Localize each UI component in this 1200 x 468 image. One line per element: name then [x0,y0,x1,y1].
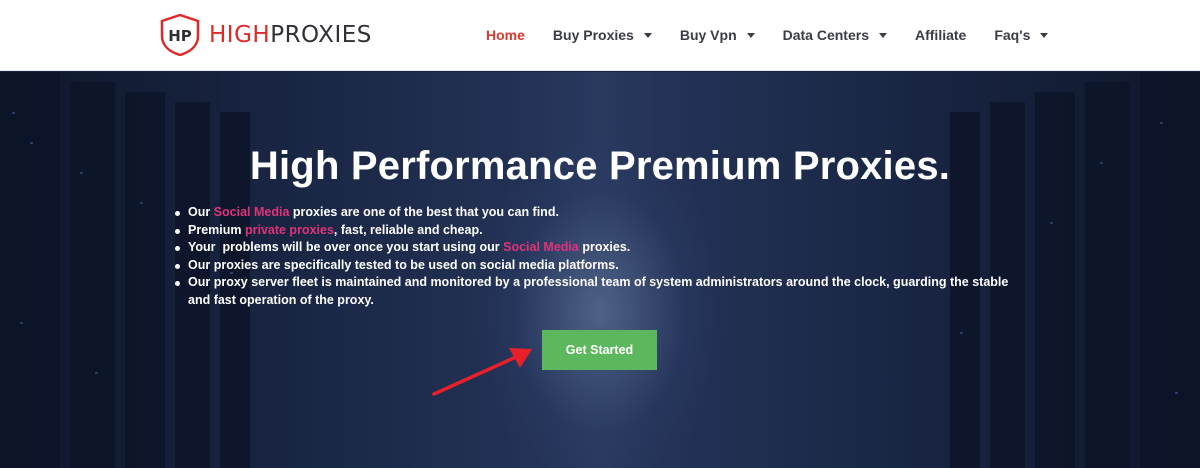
social-media-link[interactable]: Social Media [214,205,290,219]
nav-item-home[interactable]: Home [486,27,525,43]
chevron-down-icon [1040,32,1049,38]
nav-item-label: Home [486,27,525,43]
get-started-button[interactable]: Get Started [542,330,657,370]
logo-mark-text: HP [168,27,192,45]
nav-item-label: Buy Vpn [679,27,737,43]
site-header: HP HIGHPROXIES Home Buy Proxies Buy Vpn … [0,0,1200,71]
social-media-link[interactable]: Social Media [503,240,579,254]
bullet-text: Our proxies are specifically tested to b… [188,257,619,272]
list-item: Your problems will be over once you star… [174,239,1034,257]
bullet-text: proxies. [578,240,631,254]
feature-list: Our Social Media proxies are one of the … [174,204,1034,309]
chevron-down-icon [879,32,887,38]
nav-item-buy-proxies[interactable]: Buy Proxies [553,27,652,43]
nav-item-faqs[interactable]: Faq's [994,27,1049,43]
brand-name-proxies: PROXIES [270,22,372,48]
nav-item-data-centers[interactable]: Data Centers [783,27,887,43]
bullet-text: Premium [188,222,245,237]
chevron-down-icon [746,32,755,38]
bullet-text: , fast, reliable and cheap. [333,222,483,237]
red-arrow-icon [432,348,532,396]
list-item: Our proxies are specifically tested to b… [174,257,1034,275]
hero-section: High Performance Premium Proxies. Our So… [0,72,1200,468]
chevron-down-icon [643,32,652,38]
brand-name-high: HIGH [209,22,271,48]
nav-item-label: Data Centers [782,27,869,43]
nav-item-buy-vpn[interactable]: Buy Vpn [680,27,755,43]
nav-item-affiliate[interactable]: Affiliate [915,27,966,43]
list-item: Premium private proxies, fast, reliable … [174,222,1034,240]
bullet-text: Your problems will be over once you star… [188,240,504,254]
hero-title: High Performance Premium Proxies. [249,144,951,188]
bullet-text: Our proxy server fleet is maintained and… [188,275,1009,307]
shield-logo-icon: HP [160,14,200,56]
nav-item-label: Buy Proxies [552,27,634,43]
logo[interactable]: HP HIGHPROXIES [160,14,372,56]
nav-item-label: Faq's [994,27,1031,43]
private-proxies-link[interactable]: private proxies [245,223,334,237]
brand-name: HIGHPROXIES [209,22,372,48]
bullet-text: Our [188,205,214,219]
list-item: Our Social Media proxies are one of the … [174,204,1034,222]
bullet-text: proxies are one of the best that you can… [289,205,559,219]
list-item: Our proxy server fleet is maintained and… [174,274,1034,309]
nav-item-label: Affiliate [915,27,967,43]
main-nav: Home Buy Proxies Buy Vpn Data Centers Af… [486,24,1076,46]
